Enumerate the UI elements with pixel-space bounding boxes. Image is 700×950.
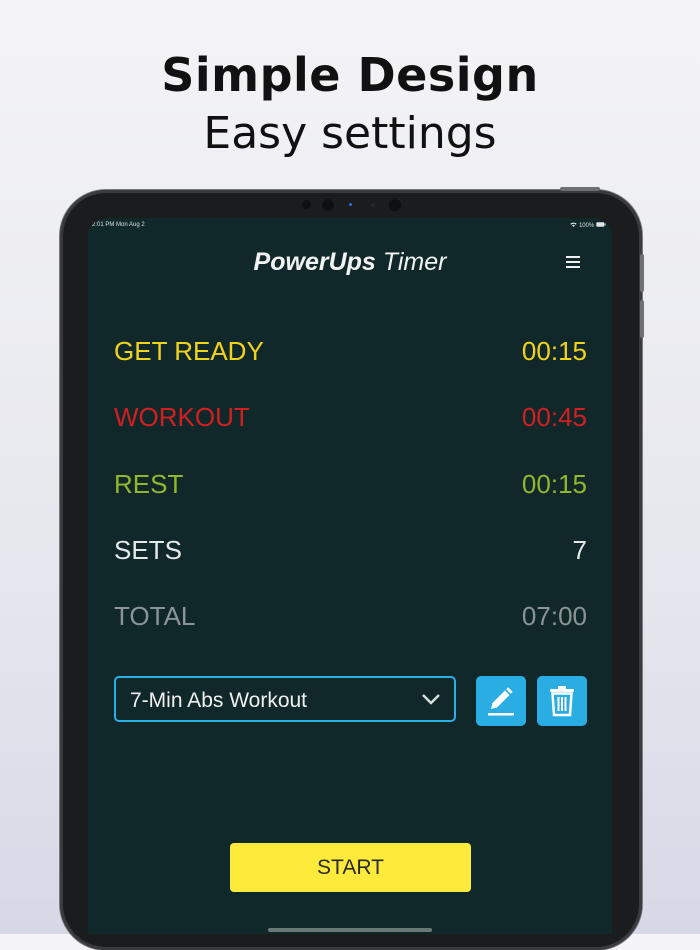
hamburger-menu-icon[interactable] [566, 256, 580, 268]
rest-value[interactable]: 00:15 [522, 469, 587, 500]
row-rest[interactable]: REST 00:15 [114, 469, 587, 505]
trash-icon [537, 686, 587, 730]
status-right: 100% [570, 222, 606, 229]
row-get-ready[interactable]: GET READY 00:15 [114, 336, 587, 372]
preset-selected: 7-Min Abs Workout [130, 689, 308, 712]
app-title-bold: PowerUps [253, 248, 376, 276]
front-camera [322, 199, 334, 211]
wifi-icon [570, 222, 579, 229]
row-workout[interactable]: WORKOUT 00:45 [114, 402, 587, 438]
get-ready-label: GET READY [114, 336, 264, 366]
home-indicator [268, 928, 432, 932]
app-screen: 2:01 PM Mon Aug 2 100% PowerUps Timer GE… [88, 218, 612, 934]
status-time-date: 2:01 PM Mon Aug 2 [92, 222, 145, 228]
power-button [560, 187, 600, 191]
sets-value[interactable]: 7 [573, 535, 587, 566]
sets-label: SETS [114, 535, 182, 565]
workout-value[interactable]: 00:45 [522, 402, 587, 433]
proximity-sensor [389, 199, 401, 211]
workout-label: WORKOUT [114, 402, 250, 432]
app-title-light: Timer [382, 248, 447, 276]
promo-subtitle: Easy settings [203, 108, 497, 159]
volume-up-button [640, 254, 644, 292]
camera-sensor [302, 200, 311, 209]
rest-label: REST [114, 469, 184, 499]
total-value: 07:00 [521, 601, 587, 631]
delete-preset-button[interactable] [537, 676, 587, 726]
row-total: TOTAL 07:00 [114, 601, 587, 637]
chevron-down-icon [420, 688, 442, 716]
get-ready-value[interactable]: 00:15 [522, 336, 587, 367]
pencil-icon [476, 687, 526, 730]
ambient-sensor [371, 203, 375, 207]
edit-preset-button[interactable] [476, 676, 526, 726]
battery-icon [596, 222, 606, 229]
row-sets[interactable]: SETS 7 [114, 535, 587, 571]
indicator-light [349, 203, 352, 206]
total-label: TOTAL [114, 601, 196, 631]
preset-dropdown[interactable]: 7-Min Abs Workout [114, 676, 456, 722]
battery-level: 100% [578, 223, 595, 229]
volume-down-button [640, 300, 644, 338]
status-bar: 2:01 PM Mon Aug 2 100% [88, 220, 612, 232]
app-title: PowerUps Timer [88, 248, 612, 277]
promo-title: Simple Design [161, 48, 539, 102]
start-button[interactable]: START [230, 843, 471, 892]
